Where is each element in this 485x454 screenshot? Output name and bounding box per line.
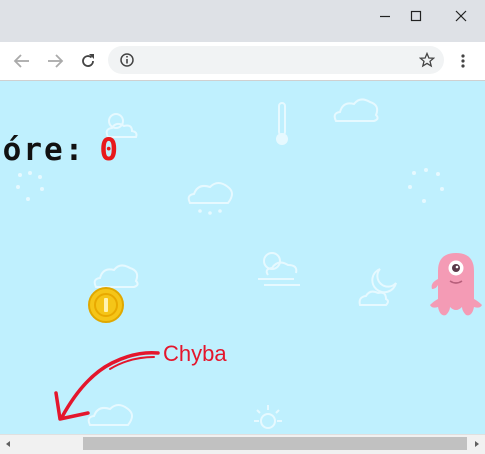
annotation-arrow-icon — [54, 350, 160, 421]
minimize-icon — [380, 15, 390, 18]
score-value: 0 — [99, 132, 120, 168]
score-display: córe: 0 — [0, 132, 120, 168]
info-icon — [120, 53, 134, 67]
thermometer-icon — [276, 102, 288, 145]
moon-cloud-icon — [358, 268, 397, 306]
window-titlebar — [0, 0, 485, 42]
browser-menu-button[interactable] — [451, 50, 475, 72]
rain-cloud-icon — [187, 182, 233, 215]
caret-right-icon — [475, 440, 479, 447]
monster-character-icon — [430, 253, 482, 316]
snow-dots-icon — [408, 168, 444, 203]
close-button[interactable] — [442, 0, 480, 32]
reload-icon — [82, 54, 94, 67]
maximize-button[interactable] — [397, 0, 435, 32]
windy-sun-icon — [258, 252, 300, 286]
close-icon — [455, 10, 467, 22]
arrow-right-icon — [48, 54, 64, 68]
reload-button[interactable] — [76, 50, 100, 72]
scroll-right-button[interactable] — [469, 434, 485, 453]
sun-icon — [254, 405, 282, 429]
kebab-menu-icon — [461, 54, 465, 68]
address-bar[interactable] — [108, 46, 444, 74]
snow-dots-icon — [16, 171, 44, 201]
scroll-left-button[interactable] — [0, 434, 16, 453]
arrow-left-icon — [13, 54, 29, 68]
game-canvas[interactable]: córe: 0 — [0, 81, 485, 434]
back-button[interactable] — [10, 50, 34, 72]
star-icon[interactable] — [419, 52, 435, 68]
cloud-icon — [333, 98, 379, 122]
annotation-label: Chyba — [163, 341, 227, 366]
caret-left-icon — [6, 440, 10, 447]
score-label: córe: — [0, 132, 86, 168]
maximize-icon — [410, 10, 422, 22]
scrollbar-thumb[interactable] — [83, 437, 467, 450]
coin-icon — [88, 287, 124, 323]
forward-button[interactable] — [43, 50, 67, 72]
